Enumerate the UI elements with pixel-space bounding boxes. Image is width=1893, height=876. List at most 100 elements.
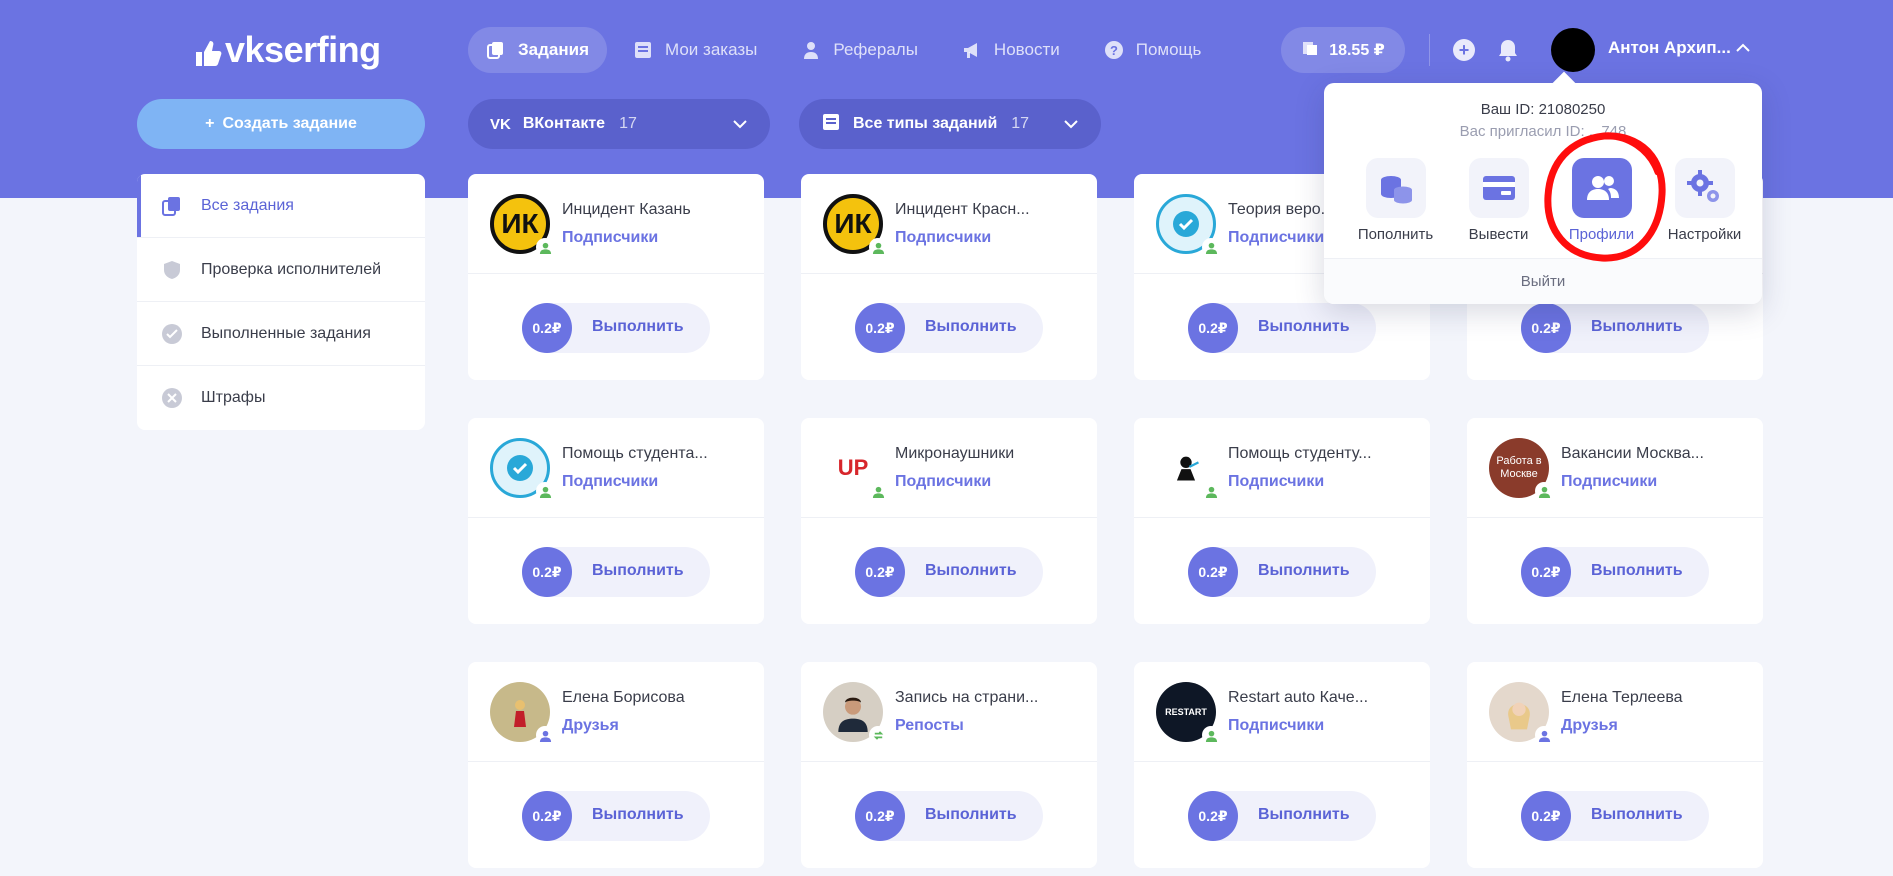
person-badge-icon (536, 726, 554, 744)
avatar-text: Работа в Москве (1496, 455, 1542, 480)
task-card-header[interactable]: Работа в Москве Вакансии Москва... Подпи… (1467, 418, 1763, 518)
task-card-header[interactable]: ИК Инцидент Казань Подписчики (468, 174, 764, 274)
execute-button[interactable]: 0.2₽ Выполнить (522, 791, 710, 841)
card-icon (1468, 158, 1529, 218)
filter-label: ВКонтакте (522, 115, 606, 132)
vk-icon: VK (490, 115, 511, 133)
task-title: Инцидент Казань (562, 201, 691, 218)
nav-referrals[interactable]: Рефералы (783, 27, 936, 73)
execute-button[interactable]: 0.2₽ Выполнить (1521, 547, 1709, 597)
execute-button[interactable]: 0.2₽ Выполнить (1188, 547, 1376, 597)
annotation-circle (1544, 132, 1666, 262)
nav-help-label: Помощь (1135, 40, 1202, 59)
withdraw-button[interactable]: Вывести (1447, 158, 1550, 243)
task-card: Работа в Москве Вакансии Москва... Подпи… (1467, 418, 1763, 624)
settings-label: Настройки (1667, 226, 1742, 243)
create-task-label: Создать задание (222, 115, 357, 132)
task-price: 0.2₽ (855, 547, 905, 597)
nav-help[interactable]: ? Помощь (1086, 27, 1220, 73)
balance-button[interactable]: 18.55 ₽ (1281, 27, 1405, 73)
task-price: 0.2₽ (1188, 303, 1238, 353)
group-badge-icon (869, 238, 887, 256)
sidebar-item-label: Штрафы (201, 389, 266, 406)
execute-button[interactable]: 0.2₽ Выполнить (1521, 303, 1709, 353)
task-type: Подписчики (895, 229, 992, 246)
task-card: ИК Инцидент Красн... Подписчики 0.2₽ Вып… (801, 174, 1097, 380)
task-card: ИК Инцидент Казань Подписчики 0.2₽ Выпол… (468, 174, 764, 380)
filter-count: 17 (619, 115, 637, 132)
group-badge-icon (536, 238, 554, 256)
execute-button[interactable]: 0.2₽ Выполнить (1188, 791, 1376, 841)
task-title: Вакансии Москва... (1561, 445, 1704, 462)
execute-button[interactable]: 0.2₽ Выполнить (855, 547, 1043, 597)
orders-icon (633, 40, 653, 60)
task-type-filter[interactable]: Все типы заданий 17 (799, 99, 1101, 149)
chevron-up-icon[interactable] (1735, 40, 1751, 56)
bell-icon[interactable] (1497, 38, 1519, 62)
nav-tasks[interactable]: Задания (468, 27, 607, 73)
task-price: 0.2₽ (1521, 547, 1571, 597)
task-card-header[interactable]: Запись на страни... Репосты (801, 662, 1097, 762)
execute-label: Выполнить (592, 318, 684, 335)
execute-button[interactable]: 0.2₽ Выполнить (855, 303, 1043, 353)
nav-news[interactable]: Новости (944, 27, 1078, 73)
sidebar-item-all-tasks[interactable]: Все задания (137, 174, 425, 238)
group-avatar: ИК (823, 194, 887, 256)
platform-filter[interactable]: VK ВКонтакте 17 (468, 99, 770, 149)
filter-label: Все типы заданий (853, 115, 998, 132)
sidebar-item-completed[interactable]: Выполненные задания (137, 302, 425, 366)
avatar-text: ИК (501, 208, 539, 239)
execute-label: Выполнить (1258, 318, 1350, 335)
user-avatar[interactable] (1551, 28, 1595, 72)
task-title: Инцидент Красн... (895, 201, 1030, 218)
task-title: Помощь студента... (562, 445, 708, 462)
group-avatar (1156, 194, 1220, 256)
task-title: Елена Терлеева (1561, 689, 1683, 706)
task-card-header[interactable]: Елена Борисова Друзья (468, 662, 764, 762)
group-badge-icon (1202, 482, 1220, 500)
user-name[interactable]: Антон Архип... (1608, 38, 1731, 58)
task-price: 0.2₽ (1521, 791, 1571, 841)
topup-button[interactable]: Пополнить (1344, 158, 1447, 243)
group-avatar: Работа в Москве (1489, 438, 1553, 500)
task-card-header[interactable]: UP Микронаушники Подписчики (801, 418, 1097, 518)
execute-button[interactable]: 0.2₽ Выполнить (522, 303, 710, 353)
task-card: Елена Терлеева Друзья 0.2₽ Выполнить (1467, 662, 1763, 868)
person-badge-icon (1535, 726, 1553, 744)
sidebar-item-check-performers[interactable]: Проверка исполнителей (137, 238, 425, 302)
sidebar-item-fines[interactable]: Штрафы (137, 366, 425, 430)
group-badge-icon (1202, 238, 1220, 256)
plus-icon[interactable]: + (1453, 39, 1475, 61)
coins-icon (1365, 158, 1426, 218)
task-type: Подписчики (562, 473, 659, 490)
execute-button[interactable]: 0.2₽ Выполнить (522, 547, 710, 597)
execute-label: Выполнить (592, 806, 684, 823)
sidebar-item-label: Проверка исполнителей (201, 260, 382, 278)
task-card-header[interactable]: Елена Терлеева Друзья (1467, 662, 1763, 762)
create-task-button[interactable]: + Создать задание (137, 99, 425, 149)
task-type: Друзья (562, 717, 619, 734)
group-avatar: UP (823, 438, 887, 500)
execute-button[interactable]: 0.2₽ Выполнить (1188, 303, 1376, 353)
execute-button[interactable]: 0.2₽ Выполнить (855, 791, 1043, 841)
task-type: Подписчики (1228, 229, 1325, 246)
nav-orders[interactable]: Мои заказы (615, 27, 775, 73)
task-title: Елена Борисова (562, 689, 685, 706)
task-type: Друзья (1561, 717, 1618, 734)
task-type: Подписчики (562, 229, 659, 246)
task-card-header[interactable]: Помощь студенту... Подписчики (1134, 418, 1430, 518)
task-card: UP Микронаушники Подписчики 0.2₽ Выполни… (801, 418, 1097, 624)
nav-tasks-label: Задания (518, 40, 589, 59)
avatar-text: UP (837, 455, 869, 480)
task-card-header[interactable]: Помощь студента... Подписчики (468, 418, 764, 518)
logo[interactable]: vkserfing (193, 28, 381, 72)
group-badge-icon (536, 482, 554, 500)
group-avatar: ИК (490, 194, 554, 256)
task-title: Микронаушники (895, 445, 1015, 462)
group-badge-icon (869, 482, 887, 500)
execute-label: Выполнить (1591, 806, 1683, 823)
execute-button[interactable]: 0.2₽ Выполнить (1521, 791, 1709, 841)
task-price: 0.2₽ (855, 791, 905, 841)
task-card-header[interactable]: RESTART Restart auto Каче... Подписчики (1134, 662, 1430, 762)
task-card-header[interactable]: ИК Инцидент Красн... Подписчики (801, 174, 1097, 274)
